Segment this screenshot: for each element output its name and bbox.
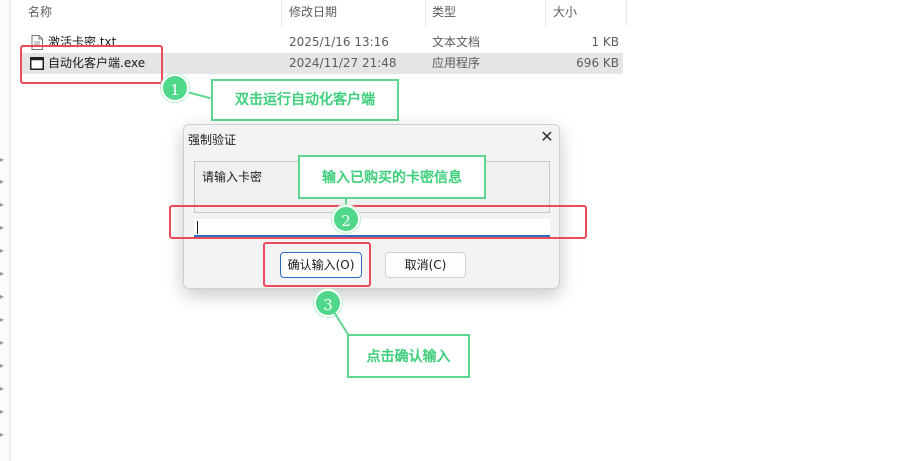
column-divider[interactable] [626, 0, 627, 26]
column-divider[interactable] [425, 0, 426, 26]
chevron-right-icon[interactable]: ▸ [0, 156, 6, 164]
close-icon[interactable]: ✕ [538, 127, 556, 147]
file-size: 696 KB [576, 56, 619, 70]
file-type: 文本文档 [432, 35, 481, 49]
file-size: 1 KB [591, 35, 619, 49]
column-header-name[interactable]: 名称 [28, 0, 52, 26]
chevron-right-icon[interactable]: ▸ [0, 362, 6, 370]
highlight-box-exe [20, 45, 163, 84]
chevron-right-icon[interactable]: ▸ [0, 408, 6, 416]
file-modified: 2024/11/27 21:48 [289, 56, 397, 70]
chevron-right-icon[interactable]: ▸ [0, 316, 6, 324]
column-header-type[interactable]: 类型 [432, 0, 456, 26]
step-badge-1: 1 [161, 74, 189, 102]
chevron-right-icon[interactable]: ▸ [0, 178, 6, 186]
chevron-right-icon[interactable]: ▸ [0, 201, 6, 209]
column-divider[interactable] [545, 0, 546, 26]
column-header-size[interactable]: 大小 [553, 0, 577, 26]
callout-step-2: 输入已购买的卡密信息 [298, 155, 486, 199]
sort-chevron-icon: ⌃ [148, 0, 157, 6]
chevron-right-icon[interactable]: ▸ [0, 224, 6, 232]
file-modified: 2025/1/16 13:16 [289, 35, 389, 49]
chevron-right-icon[interactable]: ▸ [0, 339, 6, 347]
chevron-right-icon[interactable]: ▸ [0, 270, 6, 278]
column-header-modified[interactable]: 修改日期 [289, 0, 337, 26]
column-divider[interactable] [281, 0, 282, 26]
dialog-title: 强制验证 [188, 133, 237, 147]
highlight-box-input [169, 205, 587, 239]
file-type: 应用程序 [432, 56, 481, 70]
callout-step-3: 点击确认输入 [347, 334, 470, 378]
cancel-button[interactable]: 取消(C) [385, 252, 466, 278]
chevron-right-icon[interactable]: ▸ [0, 385, 6, 393]
step-badge-3: 3 [314, 289, 342, 317]
step-badge-2: 2 [332, 205, 360, 233]
highlight-box-confirm [263, 242, 371, 287]
callout-step-1: 双击运行自动化客户端 [211, 79, 399, 121]
chevron-right-icon[interactable]: ▸ [0, 293, 6, 301]
prompt-label: 请输入卡密 [202, 170, 263, 184]
chevron-right-icon[interactable]: ▸ [0, 247, 6, 255]
chevron-right-icon[interactable]: ▸ [0, 431, 6, 439]
